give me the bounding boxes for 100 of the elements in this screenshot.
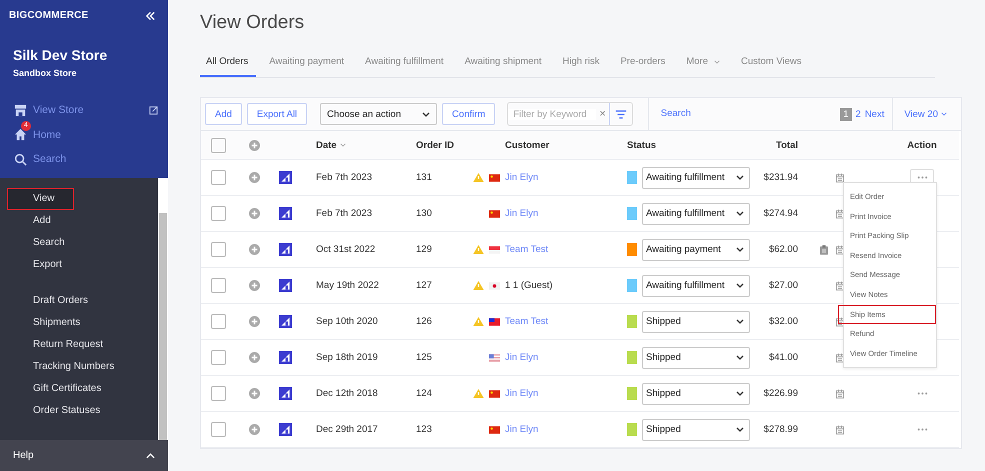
customer-link[interactable]: Jin Elyn	[505, 352, 627, 363]
collapse-icon[interactable]	[145, 10, 156, 20]
customer-link[interactable]: Team Test	[505, 244, 627, 255]
confirm-button[interactable]: Confirm	[442, 103, 496, 125]
row-checkbox[interactable]	[211, 386, 226, 401]
sidebar-link[interactable]: View Store	[33, 104, 143, 116]
channel-icon	[279, 315, 292, 328]
store-subtitle: Sandbox Store	[12, 67, 78, 78]
customer-link[interactable]: Jin Elyn	[505, 172, 627, 183]
total-cell: $41.00	[768, 352, 798, 363]
calendar-icon[interactable]	[836, 172, 844, 182]
sidebar-item[interactable]: Search	[0, 232, 158, 254]
customer-link[interactable]: Jin Elyn	[505, 388, 627, 399]
row-checkbox[interactable]	[211, 242, 226, 257]
row-checkbox[interactable]	[211, 278, 226, 293]
help-bar[interactable]: Help	[0, 440, 168, 471]
sidebar-item[interactable]: Gift Certificates	[0, 378, 158, 400]
status-dropdown[interactable]: Awaiting fulfillment	[642, 166, 750, 188]
row-checkbox[interactable]	[211, 422, 226, 437]
order-id-cell-text: 130	[416, 208, 433, 219]
tab[interactable]: Awaiting fulfillment	[359, 52, 452, 77]
brand-logo: BIGCOMMERCE	[9, 10, 88, 21]
expand-icon[interactable]	[249, 244, 260, 255]
status-dropdown[interactable]: Awaiting fulfillment	[642, 202, 750, 224]
sidebar-item[interactable]: Export	[0, 254, 158, 276]
expand-icon[interactable]	[249, 424, 260, 435]
tab[interactable]: More	[680, 52, 728, 77]
sidebar-item[interactable]: Tracking Numbers	[0, 356, 158, 378]
customer-link[interactable]: Jin Elyn	[505, 424, 627, 435]
sidebar-link[interactable]: Home	[33, 128, 158, 141]
add-button[interactable]: Add	[205, 103, 242, 125]
page-link[interactable]: 2	[856, 108, 861, 120]
storefront-icon	[14, 104, 27, 117]
status-dropdown[interactable]: Shipped	[642, 418, 750, 440]
scrollbar[interactable]	[158, 178, 168, 440]
caret-icon	[736, 391, 744, 396]
channel-icon	[279, 207, 292, 220]
calendar-icon[interactable]	[836, 424, 844, 434]
calendar-icon[interactable]	[836, 352, 844, 362]
customer-link[interactable]: Team Test	[505, 316, 627, 327]
calendar-icon[interactable]	[836, 388, 844, 398]
sidebar-link[interactable]: Search	[33, 153, 158, 166]
order-id-cell-text: 129	[416, 244, 433, 255]
row-checkbox[interactable]	[211, 350, 226, 365]
expand-icon[interactable]	[249, 316, 260, 327]
sidebar-item[interactable]: Return Request	[0, 334, 158, 356]
caret-icon	[422, 112, 430, 116]
tab[interactable]: Awaiting payment	[263, 52, 352, 77]
expand-icon[interactable]	[249, 388, 260, 399]
tab[interactable]: Pre-orders	[614, 52, 674, 77]
tab[interactable]: All Orders	[200, 52, 256, 77]
customer-link[interactable]: Jin Elyn	[505, 208, 627, 219]
row-checkbox[interactable]	[211, 170, 226, 185]
tab[interactable]: Custom Views	[734, 52, 810, 77]
caret-icon	[941, 112, 947, 116]
calendar-icon[interactable]	[836, 280, 844, 290]
filter-field[interactable]: Filter by Keyword	[508, 108, 596, 120]
row-checkbox[interactable]	[211, 314, 226, 329]
expand-all-icon[interactable]	[249, 140, 260, 150]
select-all-checkbox[interactable]	[211, 138, 226, 152]
column-header: Total	[776, 140, 798, 150]
calendar-icon[interactable]	[836, 316, 844, 326]
date-cell-text: Feb 7th 2023	[316, 172, 373, 183]
sidebar-item[interactable]: Add	[0, 210, 158, 232]
clear-button[interactable]: ×	[596, 108, 609, 120]
action-dropdown[interactable]: Choose an action	[320, 103, 438, 125]
caret-icon	[736, 211, 744, 216]
sidebar-item[interactable]: View	[7, 188, 74, 210]
order-id-cell-text: 125	[416, 352, 433, 363]
caret-icon	[736, 355, 744, 360]
calendar-icon[interactable]	[836, 208, 844, 218]
expand-icon[interactable]	[249, 208, 260, 219]
caret-icon	[736, 427, 744, 432]
status-dropdown[interactable]: Shipped	[642, 310, 750, 332]
column-header[interactable]: Date	[316, 140, 416, 150]
total-cell: $274.94	[764, 208, 798, 219]
expand-icon[interactable]	[249, 280, 260, 291]
sidebar-item[interactable]: Shipments	[0, 312, 158, 334]
status-dropdown[interactable]: Shipped	[642, 346, 750, 368]
caret-icon	[736, 247, 744, 252]
external-link-icon[interactable]	[149, 106, 158, 115]
sidebar-item[interactable]: Order Statuses	[0, 400, 158, 422]
status-dropdown[interactable]: Awaiting fulfillment	[642, 274, 750, 296]
search-link[interactable]: Search	[648, 98, 691, 130]
tab[interactable]: High risk	[556, 52, 608, 77]
calendar-icon[interactable]	[836, 244, 844, 254]
order-id-cell-text: 124	[416, 388, 433, 399]
row-checkbox[interactable]	[211, 206, 226, 221]
status-dropdown[interactable]: Shipped	[642, 382, 750, 404]
tab[interactable]: Awaiting shipment	[458, 52, 550, 77]
expand-icon[interactable]	[249, 172, 260, 183]
expand-icon[interactable]	[249, 352, 260, 363]
status-dropdown[interactable]: Awaiting payment	[642, 238, 750, 260]
next-link[interactable]: Next	[864, 108, 884, 120]
sidebar-item[interactable]: Draft Orders	[0, 290, 158, 312]
order-id-cell-text: 131	[416, 172, 433, 183]
clipboard-icon[interactable]	[820, 244, 828, 254]
export-button[interactable]: Export All	[246, 103, 308, 125]
date-cell-text: Dec 29th 2017	[316, 424, 379, 435]
page-size-dropdown[interactable]: View 20	[898, 108, 957, 120]
